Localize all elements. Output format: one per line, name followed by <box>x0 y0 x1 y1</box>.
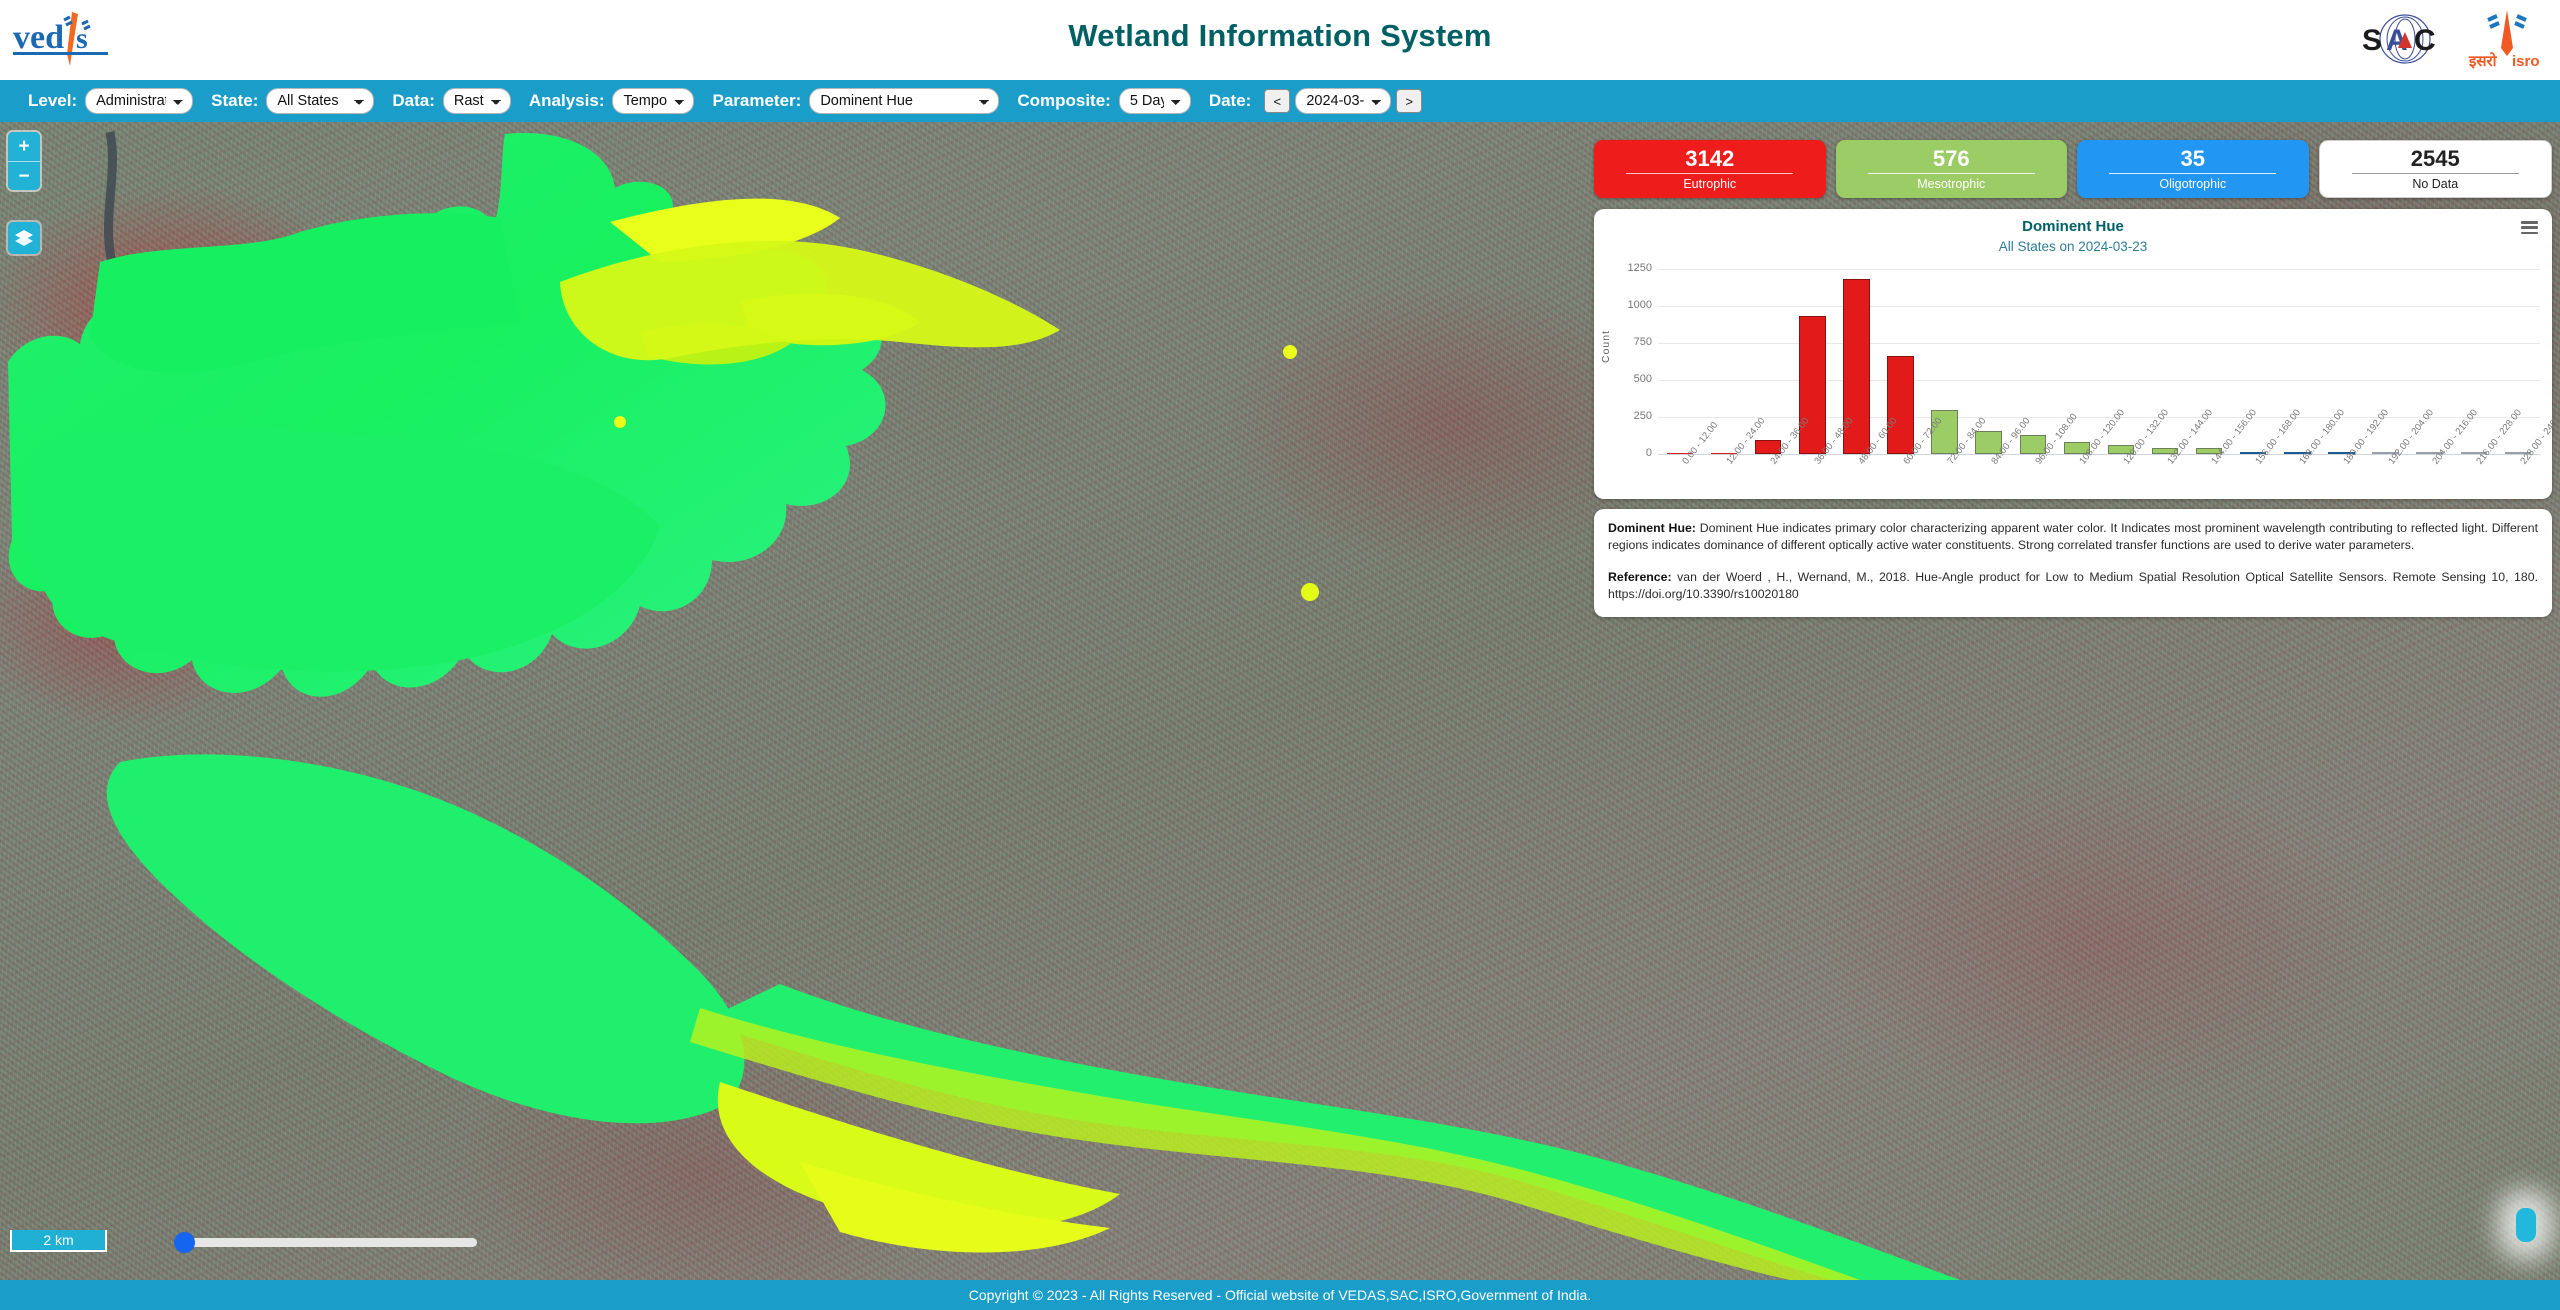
reference-text: van der Woerd , H., Wernand, M., 2018. H… <box>1608 569 2538 602</box>
status-label: Oligotrophic <box>2159 176 2227 191</box>
hamburger-icon <box>2521 221 2538 224</box>
layer-opacity-slider[interactable] <box>174 1232 477 1253</box>
page-title: Wetland Information System <box>1068 18 1492 53</box>
y-axis-tick-label: 1000 <box>1627 299 1652 311</box>
x-axis-tick: 12.00 - 24.00 <box>1702 416 1767 499</box>
zoom-controls: + − <box>8 132 40 190</box>
svg-text:C: C <box>2414 24 2436 57</box>
state-label: State: <box>211 91 259 110</box>
parameter-select[interactable]: Dominent Hue <box>809 88 1000 114</box>
copyright-text: Copyright © 2023 - All Rights Reserved -… <box>968 1287 1592 1303</box>
page-header: ved s Wetland Information System S A C इ… <box>0 0 2560 80</box>
analysis-select[interactable]: Temporal <box>612 88 695 114</box>
status-card-oligotrophic[interactable]: 35 Oligotrophic <box>2077 140 2309 198</box>
x-axis-tick: 120.00 - 132.00 <box>2099 407 2171 499</box>
y-axis-tick-label: 0 <box>1645 447 1652 459</box>
reference-paragraph: Reference: van der Woerd , H., Wernand, … <box>1608 569 2538 604</box>
data-select[interactable]: Raster <box>442 88 511 114</box>
composite-select[interactable]: 5 Day <box>1118 88 1191 114</box>
x-axis-tick: 0.00 - 12.00 <box>1658 420 1720 499</box>
svg-text:इसरो: इसरो <box>2468 52 2498 70</box>
x-axis-tick: 180.00 - 192.00 <box>2319 407 2392 499</box>
chart-menu-button[interactable] <box>2521 221 2538 234</box>
y-axis-tick-label: 750 <box>1633 336 1652 348</box>
layers-icon <box>15 230 33 246</box>
composite-label: Composite: <box>1017 91 1111 110</box>
x-axis-tick: 72.00 - 84.00 <box>1923 416 1988 499</box>
status-card-no-data[interactable]: 2545 No Data <box>2318 140 2552 198</box>
chart-bars <box>1658 269 2540 454</box>
app-root: ved s Wetland Information System S A C इ… <box>0 0 2560 1310</box>
parameter-description-card: Dominent Hue: Dominent Hue indicates pri… <box>1594 509 2552 617</box>
chart-subtitle: All States on 2024-03-23 <box>1998 239 2148 254</box>
x-axis-tick: 36.00 - 48.00 <box>1790 416 1856 499</box>
x-axis-tick: 108.00 - 120.00 <box>2055 407 2127 499</box>
status-card-mesotrophic[interactable]: 576 Mesotrophic <box>1835 140 2067 198</box>
hamburger-icon <box>2521 231 2538 234</box>
map-marker-pill[interactable] <box>2516 1208 2536 1242</box>
state-select[interactable]: All States <box>266 88 375 114</box>
x-axis-tick: 60.00 - 72.00 <box>1878 416 1944 499</box>
chart-bar[interactable] <box>1799 316 1826 454</box>
chart-title: Dominent Hue <box>2022 218 2124 235</box>
x-axis-tick: 24.00 - 36.00 <box>1746 416 1812 499</box>
level-select[interactable]: Administrative <box>85 88 194 114</box>
parameter-label: Parameter: <box>712 91 802 110</box>
x-axis-tick: 132.00 - 144.00 <box>2143 407 2215 499</box>
opacity-slider-handle[interactable] <box>174 1232 195 1253</box>
agency-logos: S A C इसरो isro <box>2358 6 2546 72</box>
description-term: Dominent Hue: <box>1608 521 1696 535</box>
x-axis-tick: 216.00 - 228.00 <box>2452 407 2524 499</box>
y-axis-tick-label: 500 <box>1633 373 1652 385</box>
x-axis-tick: 48.00 - 60.00 <box>1834 416 1900 499</box>
svg-text:isro: isro <box>2512 53 2540 70</box>
level-label: Level: <box>28 91 78 110</box>
y-axis-tick-label: 250 <box>1633 410 1652 422</box>
page-footer: Copyright © 2023 - All Rights Reserved -… <box>0 1280 2560 1310</box>
x-axis-tick: 228.00 - 240.00 <box>2496 407 2552 499</box>
isro-logo: इसरो isro <box>2468 8 2546 70</box>
filter-toolbar: Level: Administrative State: All States … <box>0 80 2560 122</box>
y-axis-tick-label: 1250 <box>1627 262 1652 274</box>
zoom-in-button[interactable]: + <box>8 132 40 161</box>
date-next-button[interactable]: > <box>1396 89 1423 113</box>
date-select[interactable]: 2024-03-23 <box>1295 88 1392 114</box>
status-label: Eutrophic <box>1683 176 1737 191</box>
chart-bar-cell[interactable] <box>1658 269 1702 454</box>
status-badge: 576 <box>1932 146 1970 172</box>
reference-term: Reference: <box>1608 569 1672 584</box>
x-axis-tick: 156.00 - 168.00 <box>2231 407 2304 499</box>
layers-button[interactable] <box>8 222 40 254</box>
status-label: Mesotrophic <box>1917 176 1986 191</box>
histogram-chart-card: Dominent Hue All States on 2024-03-23 Co… <box>1594 209 2552 499</box>
date-label: Date: <box>1208 91 1252 110</box>
status-badge: 2545 <box>2410 146 2460 172</box>
x-axis-tick: 84.00 - 96.00 <box>1967 416 2032 499</box>
status-badge: 35 <box>2180 146 2205 172</box>
description-paragraph: Dominent Hue: Dominent Hue indicates pri… <box>1608 520 2538 555</box>
status-card-eutrophic[interactable]: 3142 Eutrophic <box>1594 140 1826 198</box>
analysis-label: Analysis: <box>528 91 605 110</box>
x-axis-ticks: 0.00 - 12.00 12.00 - 24.00 24.00 - 36.00 36… <box>1658 407 2552 499</box>
trophic-stats-row: 3142 Eutrophic 576 Mesotrophic 35 Oligot… <box>1594 140 2552 198</box>
info-panel: 3142 Eutrophic 576 Mesotrophic 35 Oligot… <box>1594 140 2560 617</box>
svg-text:S: S <box>2362 24 2382 57</box>
scale-bar: 2 km <box>10 1230 107 1252</box>
status-badge: 3142 <box>1685 146 1735 172</box>
date-prev-button[interactable]: < <box>1264 89 1291 113</box>
description-text: Dominent Hue indicates primary color cha… <box>1608 521 2538 553</box>
x-axis-tick: 204.00 - 216.00 <box>2408 407 2480 499</box>
chart-plot-area: Count 0 250 500 750 1000 1250 0.00 - 12.00 12.… <box>1594 259 2552 499</box>
chart-bar[interactable] <box>1887 356 1914 454</box>
x-axis-tick: 144.00 - 156.00 <box>2187 407 2260 499</box>
data-label: Data: <box>392 91 435 110</box>
zoom-out-button[interactable]: − <box>8 161 40 190</box>
status-label: No Data <box>2412 176 2459 191</box>
x-axis-tick: 168.00 - 180.00 <box>2275 407 2348 499</box>
hamburger-icon <box>2521 226 2538 229</box>
x-axis-tick: 96.00 - 108.00 <box>2011 412 2079 499</box>
x-axis-tick: 192.00 - 204.00 <box>2364 407 2436 499</box>
sac-logo: S A C <box>2358 12 2452 66</box>
